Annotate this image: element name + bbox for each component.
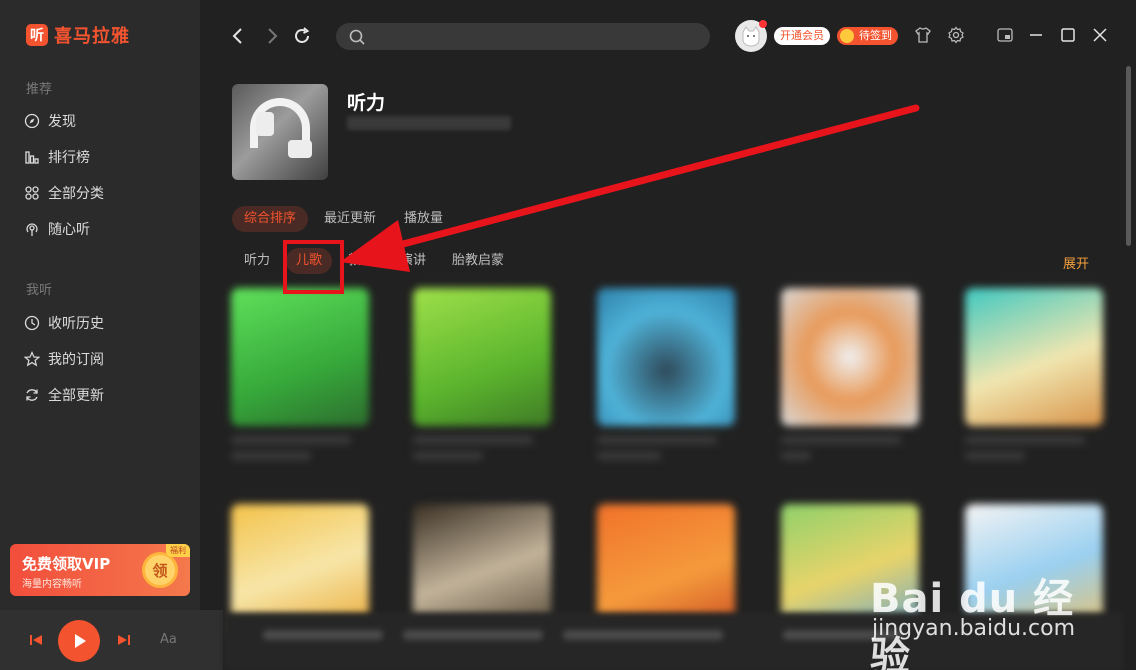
vip-banner-title: 免费领取VIP — [22, 555, 111, 573]
player-bar: Aa — [0, 610, 223, 670]
category-grid-icon — [24, 185, 40, 201]
sidebar-item-label: 全部分类 — [48, 186, 104, 202]
blurred-subtitle — [347, 116, 511, 130]
clock-icon — [24, 315, 40, 331]
coin-icon — [840, 29, 854, 43]
play-button[interactable] — [58, 620, 100, 662]
vip-banner-subtitle: 海量内容畅听 — [22, 579, 82, 590]
radio-icon — [24, 221, 40, 237]
tab-prenatal[interactable]: 胎教启蒙 — [442, 248, 514, 274]
star-icon — [24, 351, 40, 367]
avatar[interactable] — [735, 20, 767, 52]
sidebar-item-history[interactable]: 收听历史 — [24, 313, 104, 333]
tab-textbooks[interactable]: 教材 — [338, 248, 384, 274]
sign-in-label: 待签到 — [859, 29, 892, 42]
baidu-watermark: Bai du 经验 jingyan.baidu.com — [870, 560, 1110, 670]
free-vip-banner[interactable]: 免费领取VIP 海量内容畅听 领 福利 — [10, 544, 190, 596]
sidebar-item-radio[interactable]: 随心听 — [24, 219, 90, 239]
album-cover[interactable] — [597, 288, 735, 426]
ranking-icon — [24, 149, 40, 165]
sidebar-item-updates[interactable]: 全部更新 — [24, 385, 104, 405]
skin-shirt-icon[interactable] — [914, 26, 932, 44]
search-icon — [348, 28, 366, 50]
category-cover-image — [232, 84, 328, 180]
sidebar-item-discover[interactable]: 发现 — [24, 111, 76, 131]
sidebar-item-label: 全部更新 — [48, 388, 104, 404]
sign-in-button[interactable]: 待签到 — [837, 27, 898, 45]
sidebar-item-label: 排行榜 — [48, 150, 90, 166]
sort-tab-overall[interactable]: 综合排序 — [232, 206, 309, 232]
coin-icon: 领 — [142, 552, 178, 588]
album-cover[interactable] — [781, 288, 919, 426]
app-logo[interactable]: 听 喜马拉雅 — [26, 22, 130, 48]
page-title: 听力 — [347, 92, 386, 114]
sidebar: 听 喜马拉雅 推荐 发现 排行榜 全部分类 随心听 我听 收听历史 我的订阅 全… — [0, 0, 200, 670]
tab-speeches[interactable]: 演讲 — [390, 248, 436, 274]
close-icon[interactable] — [1091, 26, 1109, 44]
open-vip-button[interactable]: 开通会员 — [774, 27, 830, 45]
section-label-mine: 我听 — [26, 283, 53, 298]
section-label-recommend: 推荐 — [26, 82, 53, 97]
vip-banner-tag: 福利 — [166, 544, 190, 557]
mini-mode-icon[interactable] — [996, 26, 1014, 44]
sidebar-item-label: 随心听 — [48, 222, 90, 238]
refresh-page-icon[interactable] — [292, 26, 312, 46]
tab-listening[interactable]: 听力 — [234, 248, 280, 274]
play-icon — [75, 634, 86, 648]
scrollbar[interactable] — [1126, 66, 1131, 246]
sidebar-item-label: 收听历史 — [48, 316, 104, 332]
sort-tab-plays[interactable]: 播放量 — [392, 206, 444, 232]
compass-icon — [24, 113, 40, 129]
sidebar-item-label: 发现 — [48, 114, 76, 130]
minimize-icon[interactable] — [1027, 26, 1045, 44]
logo-icon: 听 — [26, 24, 48, 46]
search-input[interactable] — [336, 23, 710, 50]
expand-button[interactable]: 展开 — [1063, 253, 1089, 272]
album-cover[interactable] — [413, 288, 551, 426]
app-name: 喜马拉雅 — [54, 26, 130, 47]
next-track-icon[interactable] — [116, 632, 132, 648]
previous-track-icon[interactable] — [28, 632, 44, 648]
sidebar-item-categories[interactable]: 全部分类 — [24, 183, 104, 203]
settings-gear-icon[interactable] — [947, 26, 965, 44]
sidebar-item-subscriptions[interactable]: 我的订阅 — [24, 349, 104, 369]
refresh-icon — [24, 387, 40, 403]
album-cover[interactable] — [231, 288, 369, 426]
sort-tab-recent[interactable]: 最近更新 — [312, 206, 388, 232]
annotation-highlight-box — [283, 240, 344, 294]
forward-icon[interactable] — [262, 26, 282, 46]
back-icon[interactable] — [228, 26, 248, 46]
maximize-icon[interactable] — [1059, 26, 1077, 44]
cat-avatar-icon — [742, 26, 760, 47]
notification-dot — [759, 20, 767, 28]
album-cover[interactable] — [965, 288, 1103, 426]
watermark-url: jingyan.baidu.com — [872, 616, 1076, 641]
lyric-toggle[interactable]: Aa — [160, 632, 177, 647]
sidebar-item-ranking[interactable]: 排行榜 — [24, 147, 90, 167]
sidebar-item-label: 我的订阅 — [48, 352, 104, 368]
